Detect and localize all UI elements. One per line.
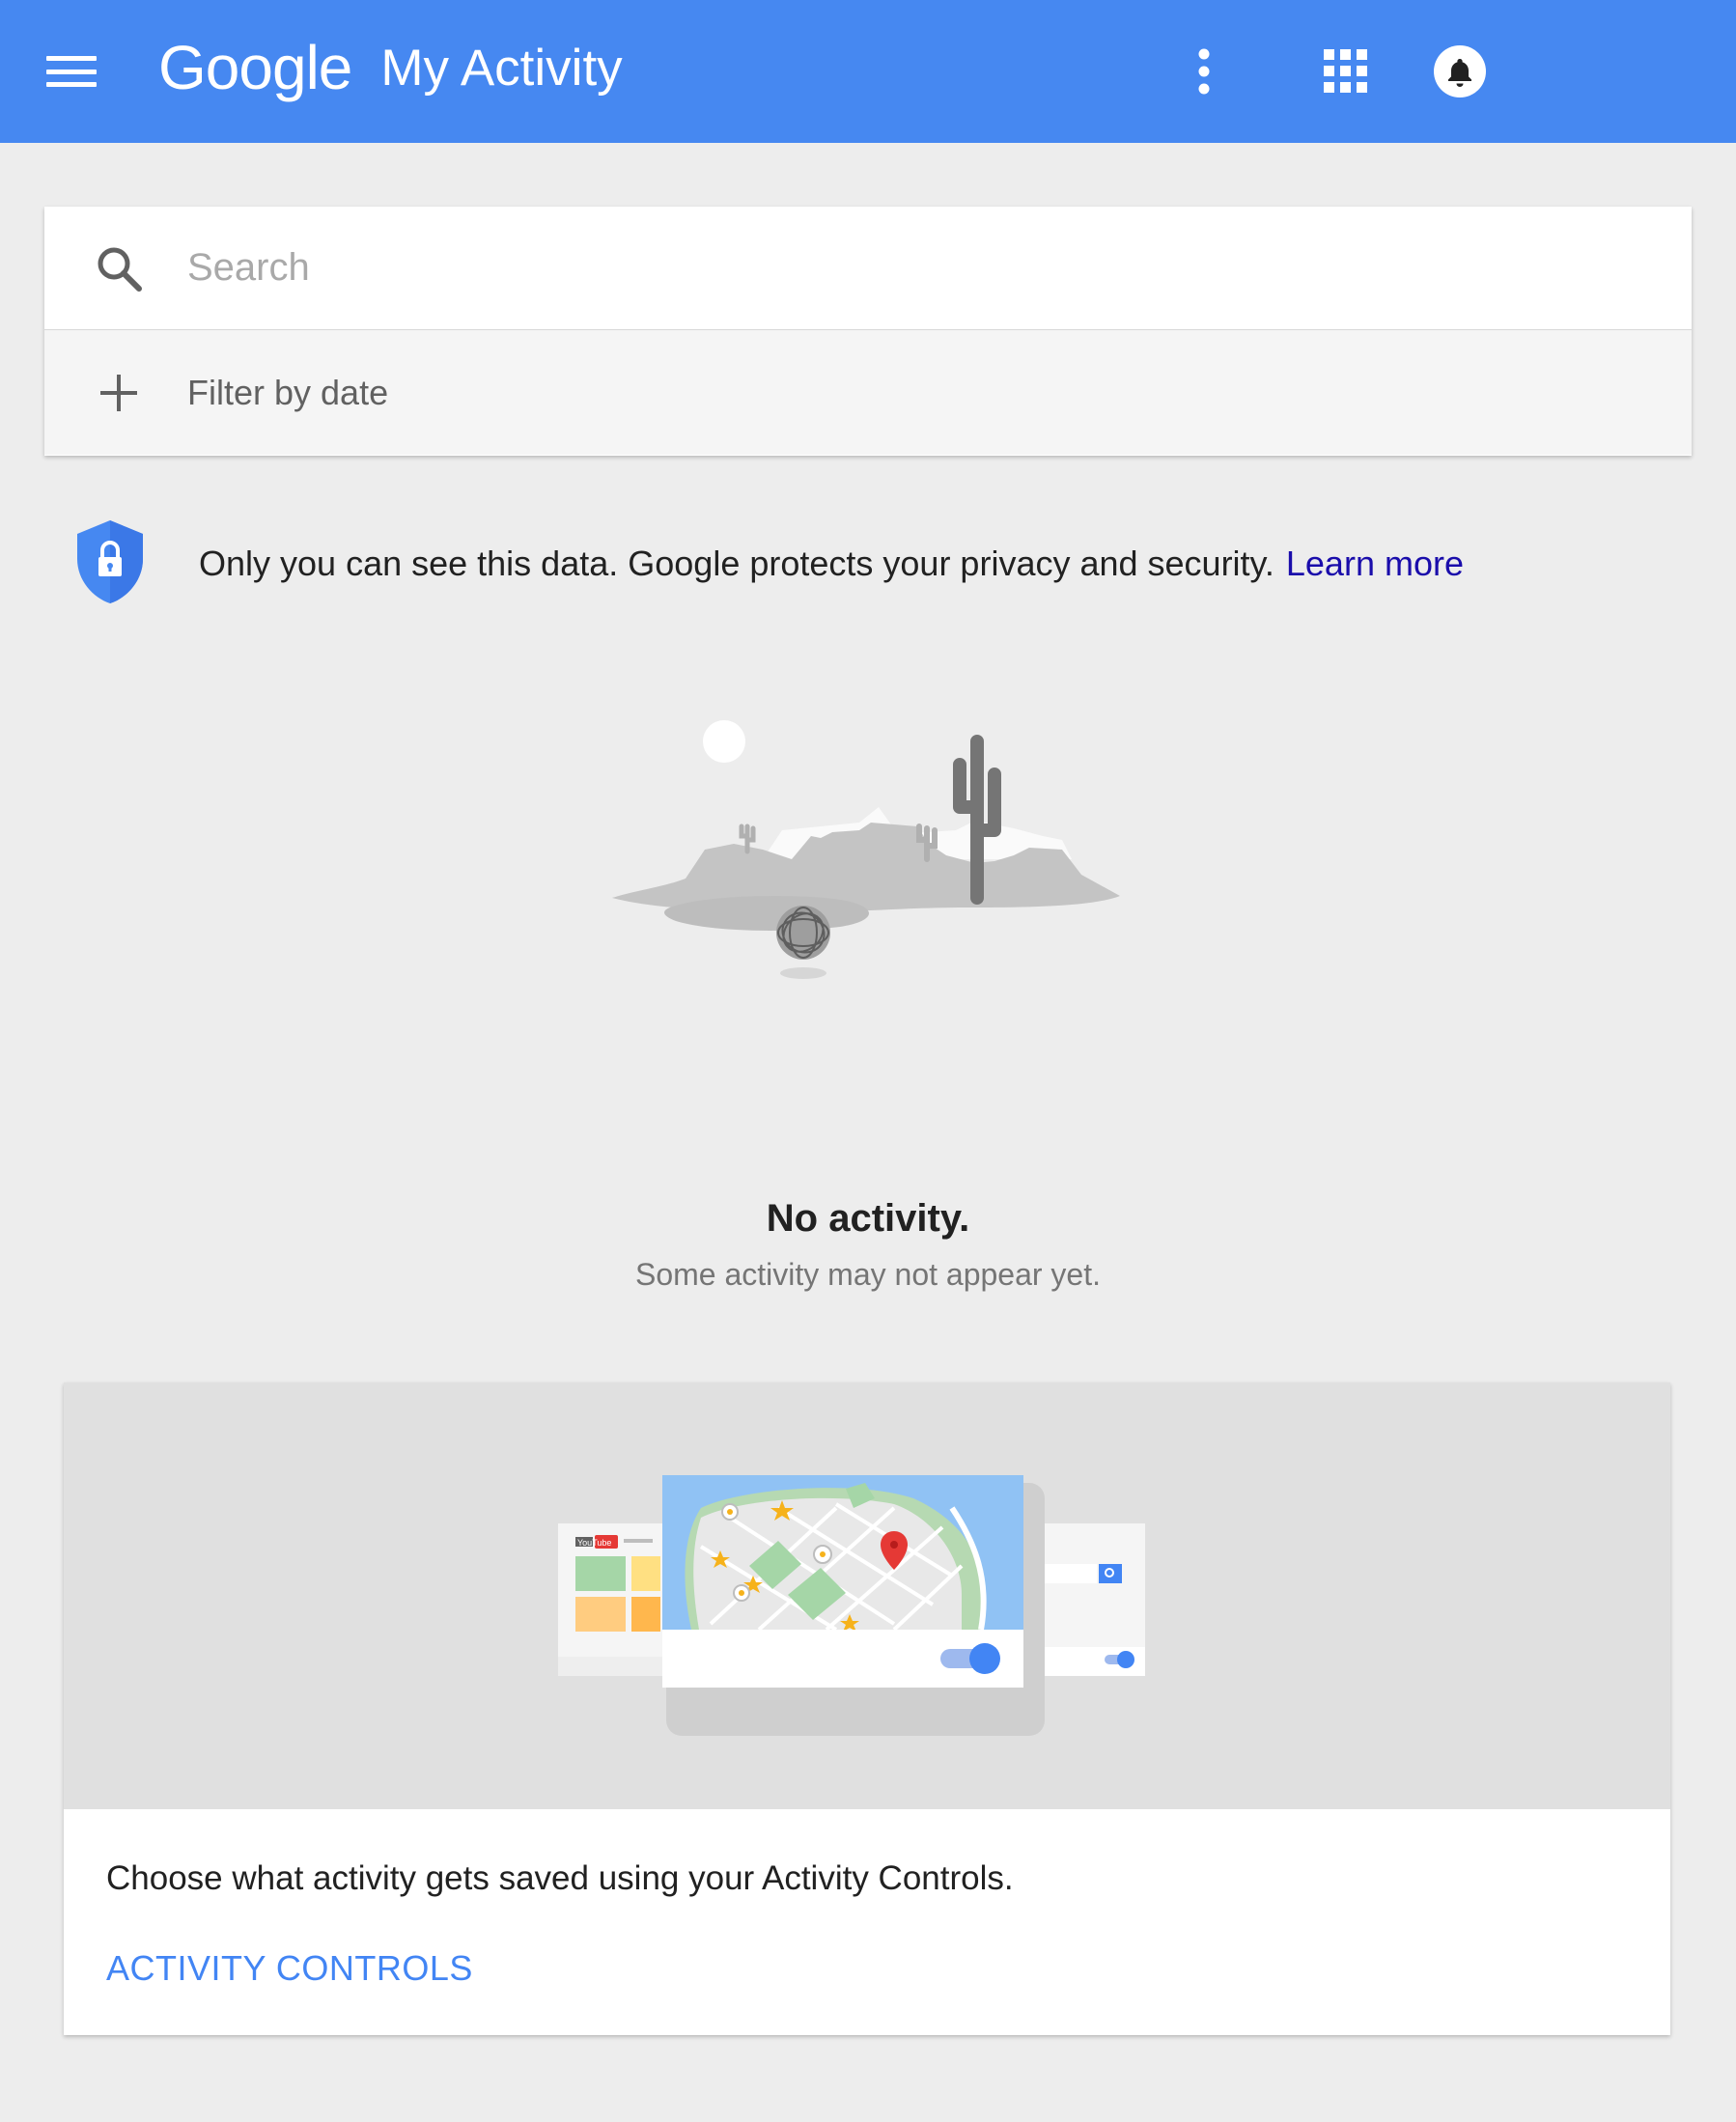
privacy-text: Only you can see this data. Google prote…	[199, 544, 1274, 583]
search-row	[44, 207, 1692, 330]
more-vert-icon[interactable]	[1171, 39, 1237, 104]
brand[interactable]: Google My Activity	[158, 29, 623, 106]
page-title: My Activity	[380, 39, 623, 97]
activity-controls-description: Choose what activity gets saved using yo…	[106, 1859, 1014, 1897]
search-input[interactable]	[187, 229, 1539, 307]
filter-by-date-button[interactable]: Filter by date	[44, 330, 1692, 455]
youtube-logo: YouTube	[577, 1538, 611, 1548]
activity-controls-card: YouTube Choose what activity gets saved …	[64, 1382, 1670, 2035]
activity-controls-illustration: YouTube	[64, 1382, 1670, 1809]
menu-icon[interactable]	[44, 50, 98, 93]
app-bar: Google My Activity	[0, 0, 1736, 143]
empty-desert-illustration	[608, 714, 1130, 985]
google-logo: Google	[158, 33, 352, 102]
empty-state-title: No activity.	[766, 1197, 970, 1240]
add-icon	[44, 373, 187, 413]
filter-by-date-label: Filter by date	[187, 372, 389, 412]
search-card: Filter by date	[44, 207, 1692, 456]
activity-controls-button[interactable]: ACTIVITY CONTROLS	[106, 1948, 473, 1989]
privacy-notice: Only you can see this data. Google prote…	[75, 519, 1668, 608]
empty-state-subtitle: Some activity may not appear yet.	[635, 1257, 1101, 1292]
notifications-icon[interactable]	[1427, 39, 1493, 104]
apps-grid-icon[interactable]	[1313, 39, 1379, 104]
learn-more-link[interactable]: Learn more	[1286, 544, 1464, 584]
search-icon[interactable]	[44, 244, 187, 293]
shield-lock-icon	[75, 518, 187, 610]
